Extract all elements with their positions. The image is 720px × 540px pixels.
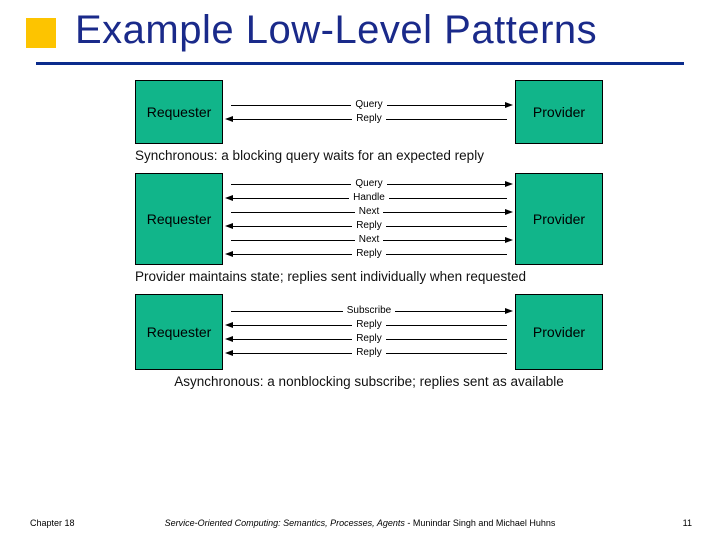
message-arrow: Reply: [223, 318, 515, 332]
message-arrow: Next: [223, 205, 515, 219]
message-label: Reply: [352, 333, 386, 345]
diagram-area: Requester Query Reply Provider Synchronous: …: [135, 80, 603, 399]
slide-title: Example Low-Level Patterns: [75, 8, 597, 53]
requester-node: Requester: [135, 294, 223, 370]
pattern-row: Requester Query Handle Next Reply Next Reply Pr…: [135, 173, 603, 265]
arrow-right-icon: [505, 308, 513, 314]
pattern-caption: Asynchronous: a nonblocking subscribe; r…: [135, 374, 603, 389]
message-label: Query: [351, 178, 386, 190]
pattern-row: Requester Subscribe Reply Reply Reply Provide…: [135, 294, 603, 370]
message-label: Reply: [352, 248, 386, 260]
provider-node: Provider: [515, 173, 603, 265]
message-arrow: Subscribe: [223, 304, 515, 318]
footer-authors: - Munindar Singh and Michael Huhns: [405, 518, 556, 528]
pattern: Requester Subscribe Reply Reply Reply Provide…: [135, 294, 603, 389]
message-label: Reply: [352, 113, 386, 125]
message-label: Subscribe: [343, 305, 395, 317]
arrow-left-icon: [225, 251, 233, 257]
arrow-right-icon: [505, 102, 513, 108]
title-underline: [36, 62, 684, 65]
message-arrow: Next: [223, 233, 515, 247]
message-column: Subscribe Reply Reply Reply: [223, 294, 515, 370]
message-label: Reply: [352, 220, 386, 232]
message-label: Next: [355, 206, 384, 218]
message-label: Reply: [352, 319, 386, 331]
requester-node: Requester: [135, 80, 223, 144]
arrow-left-icon: [225, 116, 233, 122]
message-arrow: Reply: [223, 247, 515, 261]
message-label: Query: [351, 99, 386, 111]
footer-book: Service-Oriented Computing: Semantics, P…: [0, 518, 720, 528]
footer-book-title: Service-Oriented Computing: Semantics, P…: [165, 518, 405, 528]
message-arrow: Reply: [223, 346, 515, 360]
footer-page: 11: [683, 518, 692, 528]
pattern: Requester Query Reply Provider Synchronous: …: [135, 80, 603, 163]
requester-node: Requester: [135, 173, 223, 265]
message-label: Handle: [349, 192, 389, 204]
message-arrow: Handle: [223, 191, 515, 205]
message-column: Query Reply: [223, 80, 515, 144]
message-column: Query Handle Next Reply Next Reply: [223, 173, 515, 265]
provider-node: Provider: [515, 80, 603, 144]
pattern-caption: Synchronous: a blocking query waits for …: [135, 148, 603, 163]
arrow-right-icon: [505, 237, 513, 243]
arrow-left-icon: [225, 350, 233, 356]
provider-node: Provider: [515, 294, 603, 370]
arrow-left-icon: [225, 223, 233, 229]
arrow-left-icon: [225, 336, 233, 342]
arrow-right-icon: [505, 209, 513, 215]
message-arrow: Reply: [223, 112, 515, 126]
arrow-left-icon: [225, 195, 233, 201]
arrow-right-icon: [505, 181, 513, 187]
pattern: Requester Query Handle Next Reply Next Reply Pr…: [135, 173, 603, 284]
message-arrow: Reply: [223, 332, 515, 346]
message-label: Next: [355, 234, 384, 246]
message-label: Reply: [352, 347, 386, 359]
message-arrow: Query: [223, 177, 515, 191]
message-arrow: Query: [223, 98, 515, 112]
arrow-left-icon: [225, 322, 233, 328]
pattern-caption: Provider maintains state; replies sent i…: [135, 269, 603, 284]
pattern-row: Requester Query Reply Provider: [135, 80, 603, 144]
title-bullet: [26, 18, 56, 48]
message-arrow: Reply: [223, 219, 515, 233]
